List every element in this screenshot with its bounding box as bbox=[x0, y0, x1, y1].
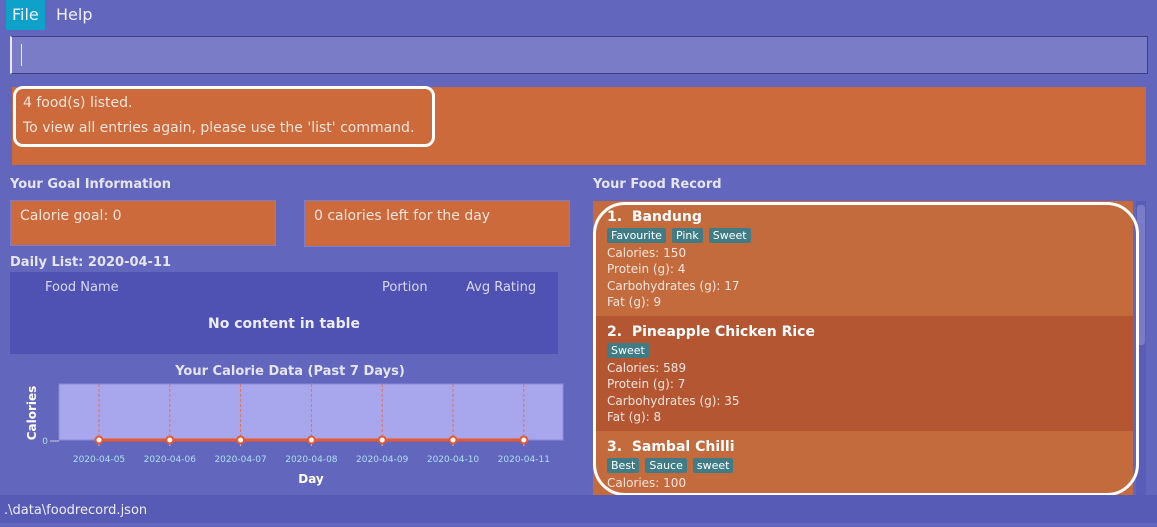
x-tick-label: 2020-04-05 bbox=[73, 455, 125, 465]
food-name: 1. Bandung bbox=[607, 209, 702, 225]
x-tick-label: 2020-04-07 bbox=[214, 455, 266, 465]
text-caret bbox=[21, 44, 22, 66]
food-field: Fat (g): 9 bbox=[607, 294, 662, 309]
food-field: Fat (g): 8 bbox=[607, 409, 662, 424]
result-display: 4 food(s) listed. To view all entries ag… bbox=[12, 87, 1146, 165]
x-tick-label: 2020-04-09 bbox=[356, 455, 409, 465]
calories-left: 0 calories left for the day bbox=[304, 200, 570, 247]
tag-list: Sweet bbox=[607, 343, 1119, 358]
tag: Pink bbox=[671, 228, 703, 243]
chart-title: Your Calorie Data (Past 7 Days) bbox=[174, 364, 405, 379]
column-avg-rating[interactable]: Avg Rating bbox=[466, 280, 536, 295]
food-card[interactable]: 2. Pineapple Chicken Rice Sweet Calories: … bbox=[593, 316, 1133, 431]
data-point bbox=[448, 435, 458, 445]
food-field: Calories: 589 bbox=[607, 361, 687, 375]
result-line: 4 food(s) listed. bbox=[23, 95, 133, 111]
food-field: Protein (g): 7 bbox=[607, 377, 686, 392]
data-point bbox=[94, 435, 104, 445]
tag-list: Favourite Pink Sweet bbox=[607, 228, 1119, 243]
tag: Sweet bbox=[607, 343, 649, 358]
calorie-goal: Calorie goal: 0 bbox=[10, 200, 276, 246]
menu-file[interactable]: File bbox=[6, 0, 45, 30]
y-tick-label: 0 bbox=[42, 437, 48, 447]
menu-help[interactable]: Help bbox=[50, 0, 98, 30]
tag-list: Best Sauce sweet bbox=[607, 458, 1119, 473]
data-point bbox=[377, 435, 387, 445]
result-line: To view all entries again, please use th… bbox=[23, 120, 415, 136]
empty-table-text: No content in table bbox=[208, 316, 360, 332]
food-card[interactable]: 1. Bandung Favourite Pink Sweet Calories: 15… bbox=[593, 201, 1133, 316]
food-name: 3. Sambal Chilli bbox=[607, 439, 735, 455]
x-tick-label: 2020-04-08 bbox=[285, 455, 338, 465]
x-tick-label: 2020-04-06 bbox=[144, 455, 197, 465]
data-point bbox=[236, 435, 246, 445]
food-name: 2. Pineapple Chicken Rice bbox=[607, 324, 815, 340]
tag: sweet bbox=[692, 458, 734, 473]
daily-list-table[interactable]: Food Name Portion Avg Rating No content … bbox=[10, 272, 558, 354]
data-point bbox=[519, 435, 529, 445]
command-input[interactable] bbox=[10, 36, 1148, 74]
status-bar: .\data\foodrecord.json bbox=[0, 495, 1157, 523]
column-portion[interactable]: Portion bbox=[382, 280, 428, 295]
food-field: Calories: 100 bbox=[607, 476, 687, 490]
x-axis-label: Day bbox=[298, 472, 324, 486]
y-axis-label: Calories bbox=[25, 386, 39, 441]
scrollbar-thumb[interactable] bbox=[1137, 205, 1145, 345]
food-record-title: Your Food Record bbox=[593, 177, 722, 192]
x-tick-label: 2020-04-11 bbox=[498, 455, 550, 465]
tag: Sauce bbox=[645, 458, 687, 473]
tag: Best bbox=[607, 458, 640, 473]
calorie-chart: Your Calorie Data (Past 7 Days) 2020-04-… bbox=[25, 364, 564, 486]
tag: Favourite bbox=[607, 228, 666, 243]
food-field: Carbohydrates (g): 35 bbox=[607, 393, 740, 408]
tag: Sweet bbox=[708, 228, 751, 243]
food-card[interactable]: 3. Sambal Chilli Best Sauce sweet Calories: … bbox=[593, 431, 1133, 495]
menu-bar: File Help bbox=[0, 0, 1157, 30]
food-field: Carbohydrates (g): 17 bbox=[607, 278, 740, 293]
goal-title: Your Goal Information bbox=[10, 177, 171, 192]
data-point bbox=[306, 435, 316, 445]
food-field: Protein (g): 4 bbox=[607, 262, 686, 277]
column-food-name[interactable]: Food Name bbox=[45, 280, 119, 295]
x-tick-label: 2020-04-10 bbox=[427, 455, 480, 465]
daily-list-title: Daily List: 2020-04-11 bbox=[10, 255, 172, 270]
data-point bbox=[165, 435, 175, 445]
food-field: Calories: 150 bbox=[607, 246, 687, 260]
